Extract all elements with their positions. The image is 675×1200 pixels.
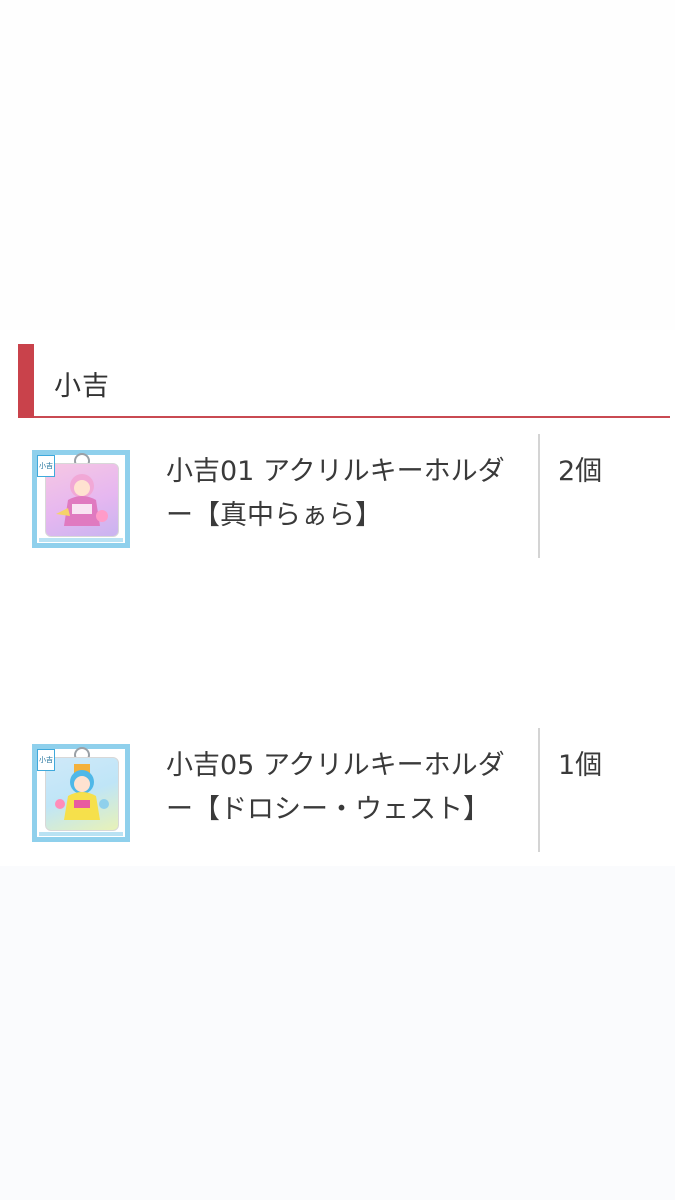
column-divider <box>538 728 540 852</box>
list-item[interactable]: 小吉 小吉01 アクリルキーホルダー【真中らぁら】 2個 <box>18 434 670 564</box>
thumbnail-caption-strip <box>39 538 123 542</box>
item-name: 小吉05 アクリルキーホルダー【ドロシー・ウェスト】 <box>166 750 505 825</box>
blank-bottom-area <box>0 866 675 1200</box>
product-image <box>45 463 119 537</box>
product-thumbnail[interactable]: 小吉 <box>32 450 130 548</box>
item-name: 小吉01 アクリルキーホルダー【真中らぁら】 <box>166 456 505 531</box>
character-illustration-icon <box>55 764 109 820</box>
product-thumbnail[interactable]: 小吉 <box>32 744 130 842</box>
thumbnail-caption-strip <box>39 832 123 836</box>
item-quantity: 1個 <box>558 750 603 781</box>
section-title: 小吉 <box>54 371 110 402</box>
product-image <box>45 757 119 831</box>
badge-label: 小吉 <box>37 749 55 771</box>
section-header: 小吉 <box>18 344 670 418</box>
badge-label: 小吉 <box>37 455 55 477</box>
character-illustration-icon <box>56 474 108 526</box>
section-accent-bar <box>18 344 34 418</box>
item-quantity: 2個 <box>558 456 603 487</box>
list-item[interactable]: 小吉 小吉05 アクリルキーホルダー【ドロシー・ウェスト】 1個 <box>18 728 670 858</box>
column-divider <box>538 434 540 558</box>
blank-top-area <box>0 0 675 330</box>
